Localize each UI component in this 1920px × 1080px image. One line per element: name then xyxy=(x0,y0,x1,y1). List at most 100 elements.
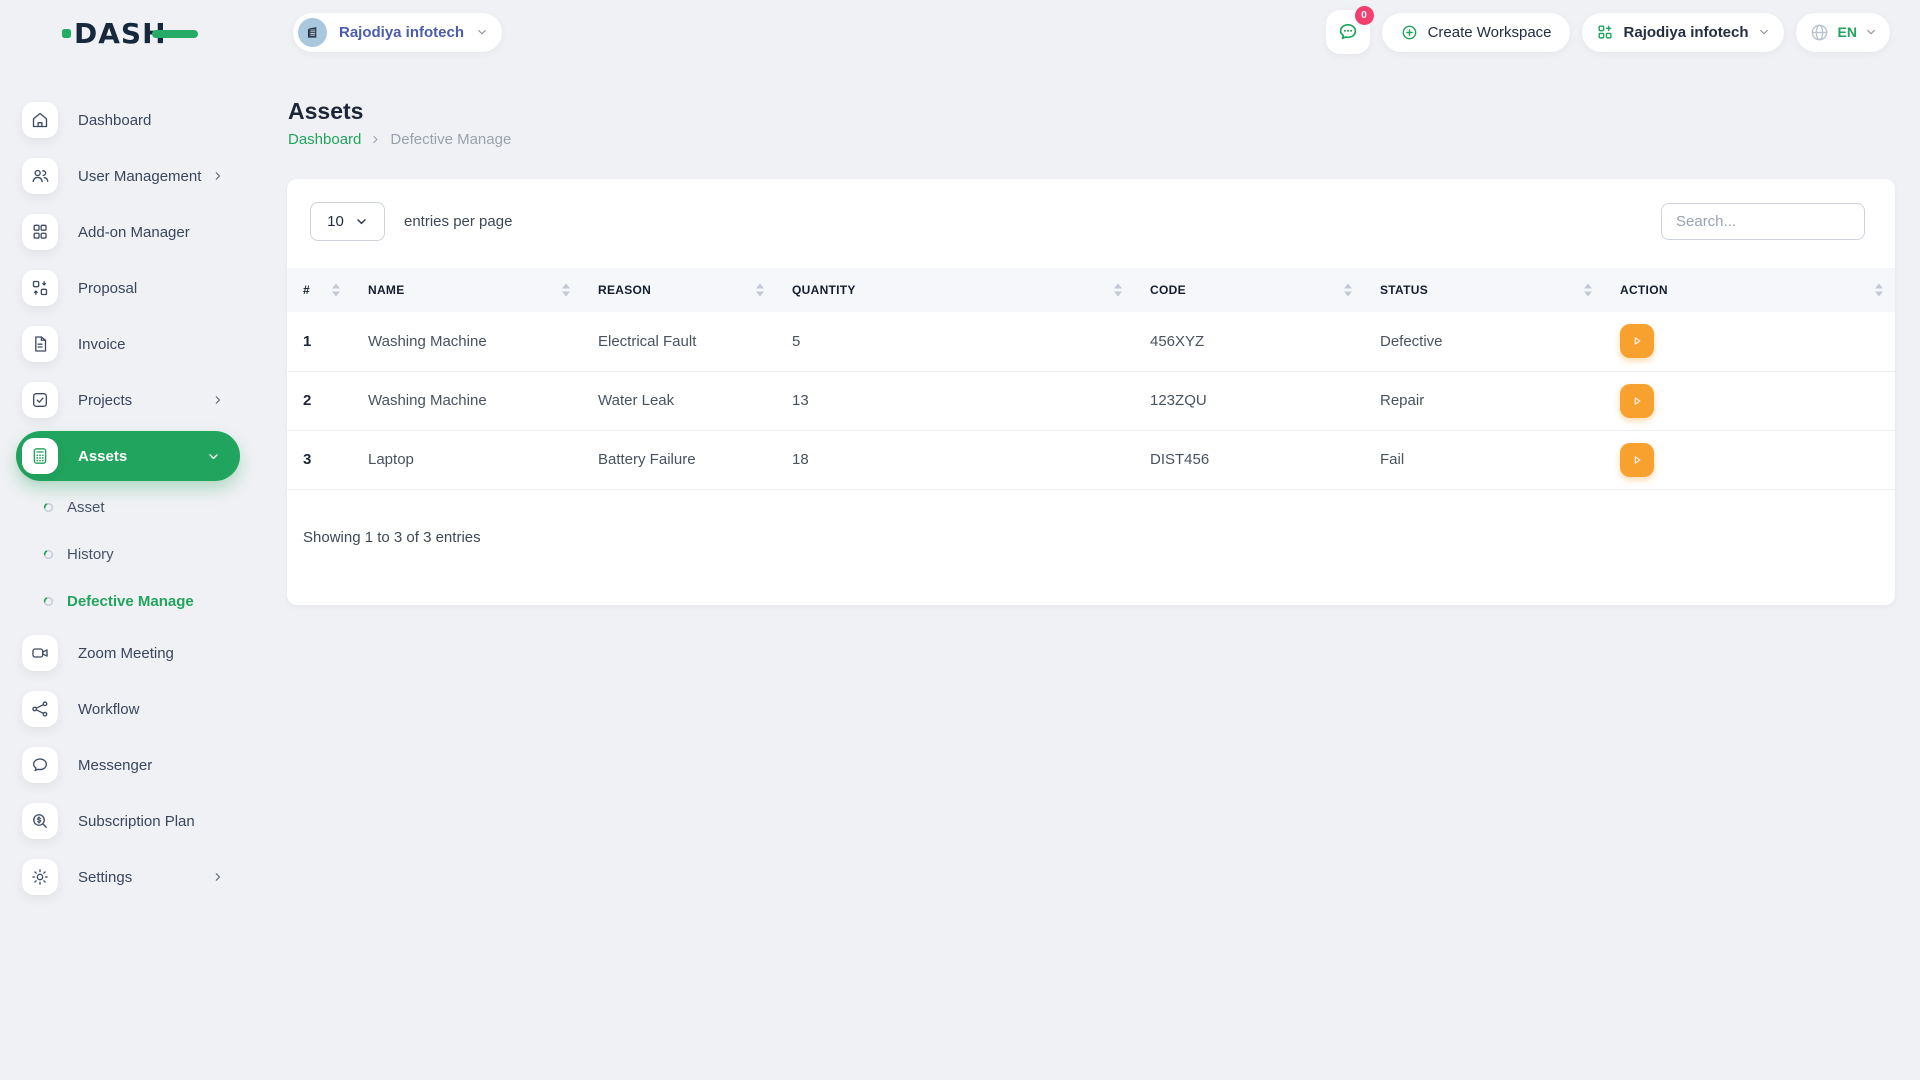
search-input[interactable] xyxy=(1661,202,1865,240)
app-logo[interactable]: DASH xyxy=(62,16,198,50)
row-code: DIST456 xyxy=(1134,430,1364,490)
row-quantity: 13 xyxy=(776,371,1134,431)
sidebar-item-projects[interactable]: Projects xyxy=(0,372,256,428)
chevron-down-icon xyxy=(476,26,488,38)
logo-dot-icon xyxy=(62,28,71,38)
sidebar-nav: Dashboard User Management Add-on Manager… xyxy=(0,92,256,905)
chevron-down-icon xyxy=(1758,26,1770,38)
table-row: 3 Laptop Battery Failure 18 DIST456 Fail xyxy=(287,430,1895,490)
row-name: Laptop xyxy=(352,430,582,490)
workspace-avatar xyxy=(298,17,327,47)
entries-per-page-value: 10 xyxy=(327,212,344,230)
row-quantity: 5 xyxy=(776,312,1134,372)
column-header-num[interactable]: # xyxy=(287,268,352,312)
workspace-selector[interactable]: Rajodiya infotech xyxy=(293,12,503,52)
sidebar: DASH Dashboard User Management Add-on Ma… xyxy=(0,0,256,1080)
row-status: Defective xyxy=(1364,312,1604,372)
swap-boxes-icon xyxy=(22,270,58,306)
column-header-code[interactable]: CODE xyxy=(1134,268,1364,312)
sidebar-item-label: Projects xyxy=(78,391,133,409)
row-code: 123ZQU xyxy=(1134,371,1364,431)
chevron-down-icon xyxy=(1865,26,1877,38)
create-workspace-label: Create Workspace xyxy=(1427,23,1552,41)
sidebar-subitem-label: Defective Manage xyxy=(67,593,194,610)
home-icon xyxy=(22,102,58,138)
notifications-button[interactable]: 0 xyxy=(1325,6,1374,54)
sidebar-item-label: Messenger xyxy=(78,756,153,774)
row-code: 456XYZ xyxy=(1134,312,1364,372)
sort-icon xyxy=(1344,283,1352,297)
sidebar-subitem-defective-manage[interactable]: Defective Manage xyxy=(0,578,256,625)
sort-icon xyxy=(1584,283,1592,297)
sidebar-item-messenger[interactable]: Messenger xyxy=(0,737,256,793)
sidebar-subitem-asset[interactable]: Asset xyxy=(0,484,256,531)
gear-icon xyxy=(22,859,58,895)
users-icon xyxy=(22,158,58,194)
search-dollar-icon xyxy=(22,803,58,839)
page-title: Assets xyxy=(288,98,364,124)
globe-icon xyxy=(1809,22,1830,43)
bullet-circle-icon xyxy=(43,549,54,560)
column-header-status[interactable]: STATUS xyxy=(1364,268,1604,312)
play-icon xyxy=(1634,396,1641,405)
chevron-right-icon xyxy=(370,134,381,145)
chevron-right-icon xyxy=(212,394,224,406)
defective-manage-card: 10 entries per page # NAME REASON QUANTI… xyxy=(287,179,1895,605)
column-header-quantity[interactable]: QUANTITY xyxy=(776,268,1134,312)
sidebar-item-label: Settings xyxy=(78,868,133,886)
chevron-down-icon xyxy=(207,450,220,463)
row-reason: Electrical Fault xyxy=(582,312,776,372)
column-header-action[interactable]: ACTION xyxy=(1604,268,1895,312)
entries-per-page-label: entries per page xyxy=(404,212,513,230)
breadcrumb-dashboard-link[interactable]: Dashboard xyxy=(288,131,361,148)
sidebar-item-settings[interactable]: Settings xyxy=(0,849,256,905)
row-num: 1 xyxy=(287,312,352,372)
sidebar-item-assets[interactable]: Assets xyxy=(16,431,240,481)
sidebar-item-label: Proposal xyxy=(78,279,138,297)
sidebar-item-zoom-meeting[interactable]: Zoom Meeting xyxy=(0,625,256,681)
chat-bubble-icon xyxy=(22,747,58,783)
row-action-button[interactable] xyxy=(1620,442,1654,477)
breadcrumb: Dashboard Defective Manage xyxy=(288,131,511,148)
sidebar-item-dashboard[interactable]: Dashboard xyxy=(0,92,256,148)
language-selector[interactable]: EN xyxy=(1795,12,1890,52)
sidebar-item-addon-manager[interactable]: Add-on Manager xyxy=(0,204,256,260)
sidebar-item-proposal[interactable]: Proposal xyxy=(0,260,256,316)
sidebar-item-subscription-plan[interactable]: Subscription Plan xyxy=(0,793,256,849)
topbar-right: 0 Create Workspace Rajodiya infotech EN xyxy=(1325,6,1890,54)
company-dropdown[interactable]: Rajodiya infotech xyxy=(1581,12,1784,52)
column-header-name[interactable]: NAME xyxy=(352,268,582,312)
table-header-row: # NAME REASON QUANTITY CODE STATUS ACTIO… xyxy=(287,268,1895,312)
entries-per-page-select[interactable]: 10 xyxy=(310,201,385,241)
sidebar-item-user-management[interactable]: User Management xyxy=(0,148,256,204)
invoice-file-icon xyxy=(22,326,58,362)
create-workspace-button[interactable]: Create Workspace xyxy=(1381,12,1570,52)
sidebar-subitem-label: History xyxy=(67,546,114,563)
row-reason: Battery Failure xyxy=(582,430,776,490)
chevron-down-icon xyxy=(355,215,368,228)
column-header-reason[interactable]: REASON xyxy=(582,268,776,312)
plus-circle-icon xyxy=(1400,23,1419,42)
bullet-circle-icon xyxy=(43,502,54,513)
sidebar-subitem-history[interactable]: History xyxy=(0,531,256,578)
breadcrumb-current: Defective Manage xyxy=(390,131,512,148)
play-icon xyxy=(1634,337,1641,345)
row-action-button[interactable] xyxy=(1620,324,1654,359)
workspace-name: Rajodiya infotech xyxy=(339,23,465,41)
sort-icon xyxy=(756,283,764,297)
row-num: 2 xyxy=(287,371,352,431)
sidebar-subitem-label: Asset xyxy=(67,499,105,516)
calculator-icon xyxy=(22,438,58,474)
share-nodes-icon xyxy=(22,691,58,727)
sidebar-item-label: Subscription Plan xyxy=(78,812,195,830)
sidebar-item-workflow[interactable]: Workflow xyxy=(0,681,256,737)
sidebar-item-label: Add-on Manager xyxy=(78,223,190,241)
play-icon xyxy=(1634,455,1641,464)
sidebar-item-label: User Management xyxy=(78,167,202,185)
sidebar-item-label: Zoom Meeting xyxy=(78,644,174,662)
row-status: Repair xyxy=(1364,371,1604,431)
row-action-button[interactable] xyxy=(1620,383,1654,418)
sidebar-item-invoice[interactable]: Invoice xyxy=(0,316,256,372)
sort-icon xyxy=(1875,283,1883,297)
chevron-right-icon xyxy=(212,170,224,182)
